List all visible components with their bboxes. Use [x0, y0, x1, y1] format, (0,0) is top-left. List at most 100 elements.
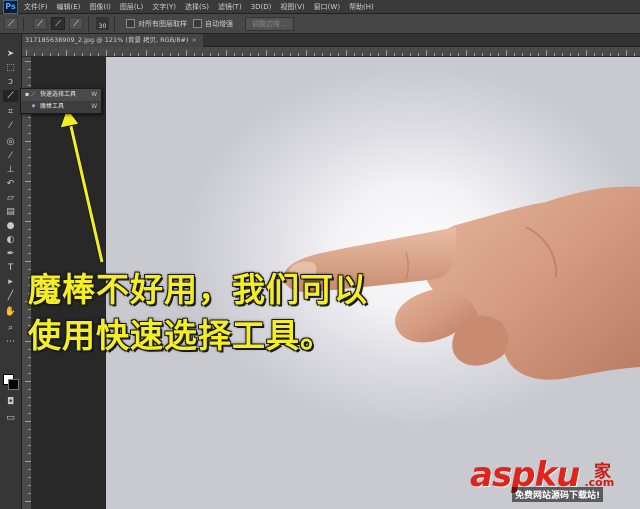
brush-size-picker[interactable]: 30 — [96, 17, 109, 30]
watermark-subtitle: 免费网站源码下载站! — [512, 487, 604, 502]
eraser-tool-icon[interactable]: ▱ — [3, 192, 18, 204]
document-tab-bar: 317185638909_2.jpg @ 121% (背景 拷贝, RGB/8#… — [22, 33, 640, 47]
ruler-tick — [25, 61, 31, 62]
document-tab[interactable]: 317185638909_2.jpg @ 121% (背景 拷贝, RGB/8#… — [22, 33, 203, 47]
ruler-tick — [410, 53, 411, 56]
sample-all-layers-checkbox[interactable] — [126, 19, 135, 28]
dodge-tool-icon[interactable]: ◐ — [3, 234, 18, 246]
ruler-tick — [28, 245, 31, 246]
move-tool-icon[interactable]: ➤ — [3, 48, 18, 60]
pen-tool-icon[interactable]: ✒ — [3, 248, 18, 260]
marquee-tool-icon[interactable]: ⬚ — [3, 62, 18, 74]
crop-tool-icon[interactable]: ⌗ — [3, 106, 18, 118]
watermark: aspku .com 家 免费网站源码下载站! — [470, 455, 614, 509]
menu-select[interactable]: 选择(S) — [185, 2, 209, 12]
brush-tool-icon[interactable]: ⁄ — [3, 150, 18, 162]
ruler-tick — [530, 53, 531, 56]
ruler-tick — [130, 53, 131, 56]
menu-type[interactable]: 文字(Y) — [152, 2, 176, 12]
ruler-tick — [122, 53, 123, 56]
options-bar: ⟋ ⟋ ⟋ ⟋ 30 对所有图层取样 自动增强 调整边缘... — [0, 14, 640, 34]
ps-logo-icon[interactable]: Ps — [3, 0, 18, 14]
zoom-tool-icon[interactable]: ⌕ — [3, 322, 18, 334]
menu-layer[interactable]: 图层(L) — [120, 2, 143, 12]
options-divider — [88, 16, 89, 31]
hand-tool-icon[interactable]: ✋ — [3, 306, 18, 318]
ruler-tick — [586, 50, 587, 56]
ruler-tick — [25, 141, 31, 142]
ruler-tick — [28, 397, 31, 398]
history-brush-tool-icon[interactable]: ↶ — [3, 178, 18, 190]
type-tool-icon[interactable]: T — [3, 262, 18, 274]
path-selection-tool-icon[interactable]: ▸ — [3, 276, 18, 288]
ruler-tick — [146, 50, 147, 56]
flyout-item-label: 快速选择工具 — [40, 91, 77, 98]
refine-edge-button[interactable]: 调整边缘... — [245, 16, 294, 31]
flyout-item-label: 魔棒工具 — [40, 103, 65, 110]
ruler-tick — [362, 53, 363, 56]
tool-preset-picker-icon[interactable]: ⟋ — [4, 17, 18, 30]
close-icon[interactable]: × — [191, 36, 196, 44]
flyout-magic-wand-item[interactable]: ✷ 魔棒工具 W — [21, 101, 101, 113]
spot-healing-tool-icon[interactable]: ◎ — [3, 136, 18, 148]
flyout-quick-selection-item[interactable]: ▪ ⟋ 快速选择工具 W — [21, 89, 101, 101]
ruler-tick — [546, 50, 547, 56]
ruler-tick — [330, 53, 331, 56]
subtract-from-selection-brush-icon[interactable]: ⟋ — [69, 17, 83, 30]
ruler-tick — [138, 53, 139, 56]
lasso-tool-icon[interactable]: ↄ — [3, 76, 18, 88]
ruler-tick — [28, 237, 31, 238]
ruler-tick — [458, 53, 459, 56]
auto-enhance-checkbox[interactable] — [193, 19, 202, 28]
ruler-tick — [610, 53, 611, 56]
quick-selection-tool-icon[interactable]: ⟋ — [3, 90, 18, 102]
ruler-tick — [594, 53, 595, 56]
auto-enhance-label: 自动增强 — [205, 19, 233, 28]
blur-tool-icon[interactable]: ● — [3, 220, 18, 232]
ruler-tick — [298, 53, 299, 56]
ruler-tick — [28, 365, 31, 366]
flyout-shortcut: W — [91, 103, 97, 110]
menu-help[interactable]: 帮助(H) — [349, 2, 374, 12]
ruler-tick — [634, 53, 635, 56]
ruler-tick — [626, 50, 627, 56]
ruler-tick — [226, 50, 227, 56]
shape-tool-icon[interactable]: ╱ — [3, 290, 18, 302]
ruler-tick — [28, 189, 31, 190]
menu-bar: Ps 文件(F) 编辑(E) 图像(I) 图层(L) 文字(Y) 选择(S) 滤… — [0, 0, 640, 14]
ruler-tick — [506, 50, 507, 56]
ruler-tick — [28, 69, 31, 70]
ruler-tick — [26, 50, 27, 56]
screen-mode-icon[interactable]: ▭ — [3, 412, 18, 424]
ruler-tick — [210, 53, 211, 56]
ruler-tick — [434, 53, 435, 56]
clone-stamp-tool-icon[interactable]: ⊥ — [3, 164, 18, 176]
menu-view[interactable]: 视图(V) — [280, 2, 304, 12]
menu-3d[interactable]: 3D(D) — [251, 3, 272, 11]
ruler-tick — [266, 50, 267, 56]
gradient-tool-icon[interactable]: ▤ — [3, 206, 18, 218]
ruler-tick — [28, 125, 31, 126]
eyedropper-tool-icon[interactable]: ⁄ — [3, 120, 18, 132]
ruler-tick — [28, 477, 31, 478]
ruler-tick — [98, 53, 99, 56]
new-selection-brush-icon[interactable]: ⟋ — [33, 17, 47, 30]
caption-line-2: 使用快速选择工具。 — [28, 316, 334, 355]
ruler-tick — [314, 53, 315, 56]
add-to-selection-brush-icon[interactable]: ⟋ — [51, 17, 65, 30]
quick-mask-icon[interactable]: ◘ — [3, 396, 18, 408]
ruler-tick — [25, 221, 31, 222]
menu-edit[interactable]: 编辑(E) — [57, 2, 81, 12]
ruler-tick — [578, 53, 579, 56]
menu-window[interactable]: 窗口(W) — [314, 2, 340, 12]
background-color-swatch[interactable] — [8, 379, 19, 390]
menu-filter[interactable]: 滤镜(T) — [218, 2, 242, 12]
edit-toolbar-icon[interactable]: ⋯ — [3, 336, 18, 348]
brush-size-value: 30 — [98, 23, 107, 30]
ruler-tick — [28, 149, 31, 150]
ruler-tick — [354, 53, 355, 56]
menu-image[interactable]: 图像(I) — [89, 2, 111, 12]
ruler-tick — [554, 53, 555, 56]
ruler-tick — [25, 461, 31, 462]
menu-file[interactable]: 文件(F) — [24, 2, 48, 12]
